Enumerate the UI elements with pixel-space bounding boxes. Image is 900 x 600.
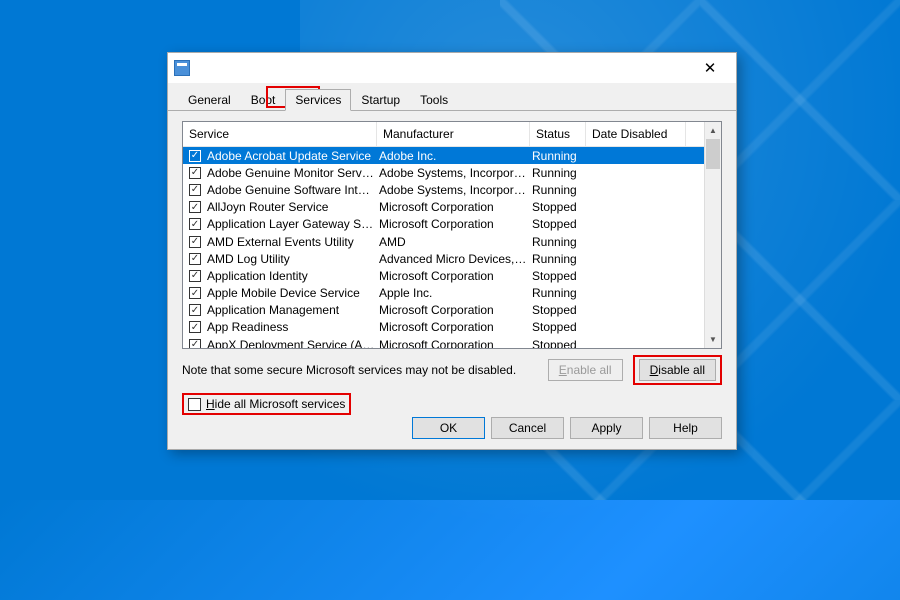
cell-manufacturer: Microsoft Corporation: [377, 303, 530, 317]
enable-all-button: Enable all: [548, 359, 623, 381]
table-row[interactable]: ✓ Application IdentityMicrosoft Corporati…: [183, 267, 704, 284]
dialog-footer: OK Cancel Apply Help: [412, 417, 722, 439]
row-checkbox[interactable]: ✓: [189, 287, 201, 299]
table-row[interactable]: ✓ AppX Deployment Service (AppX...Microso…: [183, 336, 704, 348]
cell-status: Stopped: [530, 269, 586, 283]
cell-status: Stopped: [530, 338, 586, 348]
row-checkbox[interactable]: ✓: [189, 201, 201, 213]
cell-status: Stopped: [530, 303, 586, 317]
disable-all-highlight: Disable all: [633, 355, 722, 385]
cell-manufacturer: Microsoft Corporation: [377, 338, 530, 348]
close-button[interactable]: ✕: [690, 54, 730, 82]
table-row[interactable]: ✓ Apple Mobile Device ServiceApple Inc.Ru…: [183, 285, 704, 302]
table-row[interactable]: ✓ AllJoyn Router ServiceMicrosoft Corpora…: [183, 199, 704, 216]
col-service[interactable]: Service: [183, 122, 377, 146]
cell-service: AllJoyn Router Service: [205, 200, 377, 214]
cell-service: Adobe Genuine Monitor Service: [205, 166, 377, 180]
tab-content: Service Manufacturer Status Date Disable…: [168, 111, 736, 415]
table-row[interactable]: ✓ Adobe Acrobat Update ServiceAdobe Inc.R…: [183, 147, 704, 164]
cell-service: Apple Mobile Device Service: [205, 286, 377, 300]
col-status[interactable]: Status: [530, 122, 586, 146]
cell-service: AMD Log Utility: [205, 252, 377, 266]
cell-service: AppX Deployment Service (AppX...: [205, 338, 377, 348]
cell-status: Stopped: [530, 217, 586, 231]
cell-service: Adobe Acrobat Update Service: [205, 149, 377, 163]
titlebar[interactable]: ✕: [168, 53, 736, 83]
cell-manufacturer: Microsoft Corporation: [377, 320, 530, 334]
cell-status: Running: [530, 252, 586, 266]
cell-manufacturer: Microsoft Corporation: [377, 269, 530, 283]
table-row[interactable]: ✓ Adobe Genuine Monitor ServiceAdobe Syst…: [183, 164, 704, 181]
cell-manufacturer: Adobe Systems, Incorpora...: [377, 183, 530, 197]
row-checkbox[interactable]: ✓: [189, 236, 201, 248]
tab-tools[interactable]: Tools: [410, 89, 458, 110]
secure-services-note: Note that some secure Microsoft services…: [182, 363, 538, 377]
hide-microsoft-label[interactable]: Hide all Microsoft services: [206, 397, 345, 411]
cell-manufacturer: Microsoft Corporation: [377, 200, 530, 214]
tab-boot[interactable]: Boot: [241, 89, 286, 110]
hide-microsoft-highlight: Hide all Microsoft services: [182, 393, 351, 415]
scroll-down-icon[interactable]: ▼: [705, 331, 721, 348]
table-row[interactable]: ✓ App ReadinessMicrosoft CorporationStopp…: [183, 319, 704, 336]
cell-status: Stopped: [530, 320, 586, 334]
col-manufacturer[interactable]: Manufacturer: [377, 122, 530, 146]
table-row[interactable]: ✓ AMD External Events UtilityAMDRunning: [183, 233, 704, 250]
cell-status: Running: [530, 183, 586, 197]
help-button[interactable]: Help: [649, 417, 722, 439]
app-icon: [174, 60, 190, 76]
cell-manufacturer: Apple Inc.: [377, 286, 530, 300]
disable-all-button[interactable]: Disable all: [639, 359, 716, 381]
cell-service: AMD External Events Utility: [205, 235, 377, 249]
table-row[interactable]: ✓ Application ManagementMicrosoft Corpora…: [183, 302, 704, 319]
cell-manufacturer: Adobe Systems, Incorpora...: [377, 166, 530, 180]
ok-button[interactable]: OK: [412, 417, 485, 439]
row-checkbox[interactable]: ✓: [189, 321, 201, 333]
scroll-thumb[interactable]: [706, 139, 720, 169]
row-checkbox[interactable]: ✓: [189, 253, 201, 265]
msconfig-dialog: ✕ General Boot Services Startup Tools Se…: [167, 52, 737, 450]
scroll-up-icon[interactable]: ▲: [705, 122, 721, 139]
cell-manufacturer: Adobe Inc.: [377, 149, 530, 163]
table-row[interactable]: ✓ AMD Log UtilityAdvanced Micro Devices, …: [183, 250, 704, 267]
row-checkbox[interactable]: ✓: [189, 167, 201, 179]
cell-service: Application Identity: [205, 269, 377, 283]
tab-startup[interactable]: Startup: [351, 89, 410, 110]
scrollbar[interactable]: ▲ ▼: [704, 122, 721, 348]
hide-microsoft-checkbox[interactable]: [188, 398, 201, 411]
row-checkbox[interactable]: ✓: [189, 339, 201, 348]
cell-manufacturer: Advanced Micro Devices, I...: [377, 252, 530, 266]
cell-service: Application Management: [205, 303, 377, 317]
cell-status: Running: [530, 149, 586, 163]
cancel-button[interactable]: Cancel: [491, 417, 564, 439]
table-row[interactable]: ✓ Application Layer Gateway ServiceMicros…: [183, 216, 704, 233]
cell-service: Application Layer Gateway Service: [205, 217, 377, 231]
close-icon: ✕: [704, 59, 717, 77]
cell-status: Running: [530, 166, 586, 180]
cell-manufacturer: AMD: [377, 235, 530, 249]
apply-button[interactable]: Apply: [570, 417, 643, 439]
row-checkbox[interactable]: ✓: [189, 150, 201, 162]
row-checkbox[interactable]: ✓: [189, 218, 201, 230]
table-row[interactable]: ✓ Adobe Genuine Software Integri...Adobe …: [183, 181, 704, 198]
services-list[interactable]: Service Manufacturer Status Date Disable…: [182, 121, 722, 349]
cell-service: App Readiness: [205, 320, 377, 334]
col-date-disabled[interactable]: Date Disabled: [586, 122, 686, 146]
cell-status: Running: [530, 286, 586, 300]
cell-service: Adobe Genuine Software Integri...: [205, 183, 377, 197]
list-rows: ✓Adobe Acrobat Update ServiceAdobe Inc.R…: [183, 147, 704, 348]
row-checkbox[interactable]: ✓: [189, 304, 201, 316]
cell-manufacturer: Microsoft Corporation: [377, 217, 530, 231]
cell-status: Stopped: [530, 200, 586, 214]
row-checkbox[interactable]: ✓: [189, 270, 201, 282]
list-header[interactable]: Service Manufacturer Status Date Disable…: [183, 122, 704, 147]
cell-status: Running: [530, 235, 586, 249]
tab-general[interactable]: General: [178, 89, 241, 110]
row-checkbox[interactable]: ✓: [189, 184, 201, 196]
tab-services[interactable]: Services: [285, 89, 351, 111]
tab-strip: General Boot Services Startup Tools: [168, 83, 736, 111]
